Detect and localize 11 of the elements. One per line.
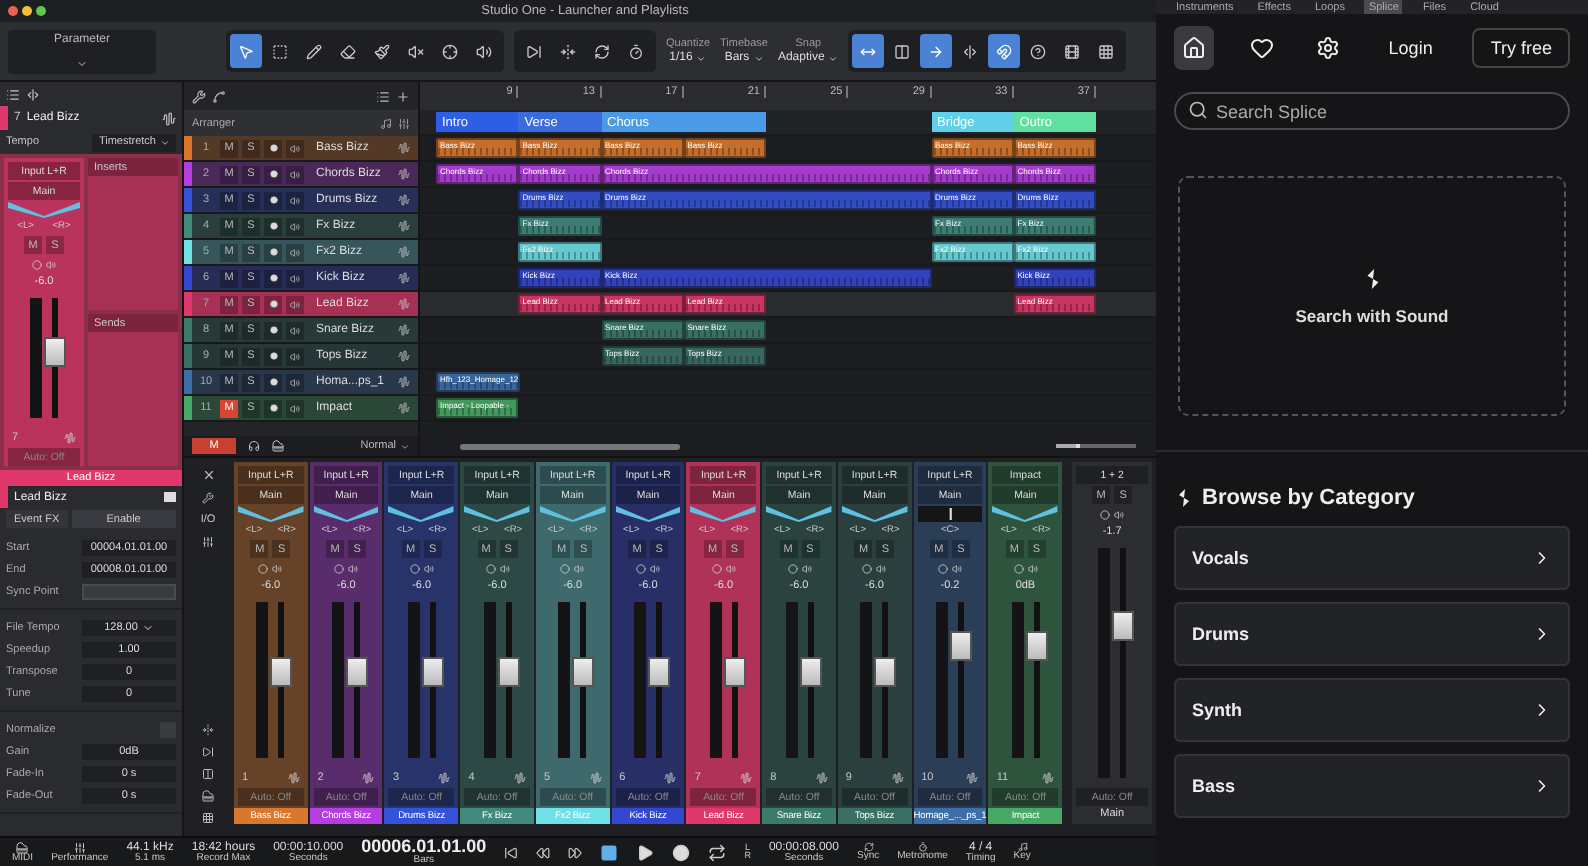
category-item[interactable]: Drums (1174, 602, 1570, 666)
sound-search-dropzone[interactable]: Search with Sound (1178, 176, 1566, 416)
section-title: Browse by Category (1202, 486, 1415, 510)
sound-search-label: Search with Sound (1295, 305, 1449, 325)
search-field[interactable]: Search Splice (1174, 92, 1570, 130)
try-free-button[interactable]: Try free (1472, 28, 1570, 68)
category-item[interactable]: Vocals (1174, 526, 1570, 590)
category-item[interactable]: Synth (1174, 678, 1570, 742)
category-item[interactable]: Bass (1174, 754, 1570, 818)
position-display: 00006.01.01.00 (361, 838, 487, 856)
login-button[interactable]: Login (1376, 36, 1445, 60)
